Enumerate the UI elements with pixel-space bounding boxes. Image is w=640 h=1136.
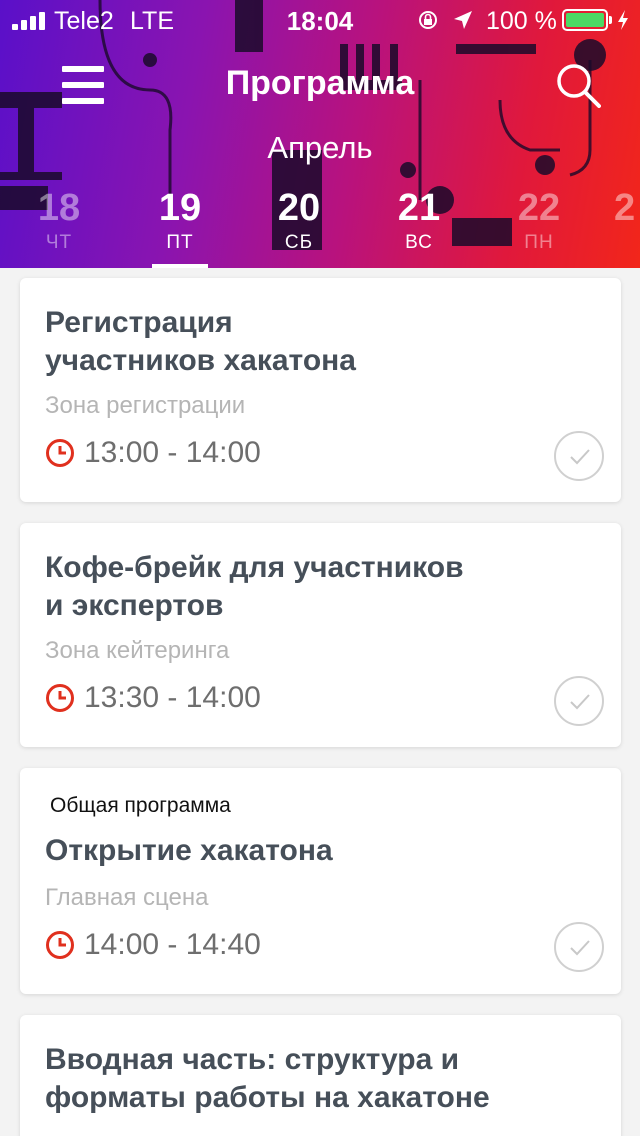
event-title-line: Регистрация: [45, 306, 233, 339]
event-time-text: 14:00 - 14:40: [84, 928, 261, 961]
day-number: 2: [614, 187, 636, 229]
day-tab-19[interactable]: 19 ПТ: [135, 186, 225, 254]
checkmark-icon: [570, 449, 590, 465]
event-title-line: форматы работы на хакатоне: [45, 1081, 490, 1114]
add-to-favorites-check-button[interactable]: [554, 676, 604, 726]
event-title-line: Кофе-брейк для участников: [45, 551, 464, 584]
page-title: Программа: [225, 64, 415, 102]
orientation-lock-icon: [419, 11, 437, 29]
day-of-week: ПН: [524, 232, 554, 253]
month-label: Апрель: [267, 130, 373, 165]
event-card[interactable]: Кофе-брейк для участников и экспертов Зо…: [20, 523, 621, 747]
battery-percent: 100 %: [486, 7, 557, 35]
checkmark-icon: [570, 694, 590, 710]
event-title: Регистрация участников хакатона: [45, 304, 585, 380]
event-card[interactable]: Общая программа Открытие хакатона Главна…: [20, 768, 621, 994]
event-card[interactable]: Регистрация участников хакатона Зона рег…: [20, 278, 621, 502]
event-title: Открытие хакатона: [45, 832, 585, 870]
event-title-line: Открытие хакатона: [45, 834, 333, 867]
day-tab-18[interactable]: 18 ЧТ: [14, 186, 104, 254]
day-of-week: ПТ: [166, 232, 194, 253]
day-number: 20: [277, 187, 321, 229]
event-time-text: 13:30 - 14:00: [84, 681, 261, 714]
search-icon[interactable]: [555, 62, 601, 108]
event-place: Главная сцена: [45, 884, 209, 911]
charging-bolt-icon: [618, 10, 628, 30]
day-of-week: СБ: [284, 232, 314, 253]
add-to-favorites-check-button[interactable]: [554, 922, 604, 972]
checkmark-icon: [570, 940, 590, 956]
event-title-line: и экспертов: [45, 589, 224, 622]
day-number: 19: [158, 187, 202, 229]
battery-icon: [562, 9, 608, 31]
location-arrow-icon: [454, 11, 472, 29]
event-place: Зона регистрации: [45, 392, 246, 419]
add-to-favorites-check-button[interactable]: [554, 431, 604, 481]
day-of-week: ЧТ: [45, 232, 73, 253]
day-number: 22: [517, 187, 561, 229]
day-of-week: ВС: [405, 232, 433, 253]
event-place: Зона кейтеринга: [45, 637, 230, 664]
clock-icon: [46, 931, 74, 959]
event-title: Кофе-брейк для участников и экспертов: [45, 549, 585, 625]
day-tab-22[interactable]: 22 ПН: [494, 186, 584, 254]
day-number: 21: [397, 187, 441, 229]
status-bar: Tele2 LTE 18:04 100 %: [0, 0, 640, 40]
battery-cap: [609, 16, 612, 24]
header: Tele2 LTE 18:04 100 % Программа Апрель 1…: [0, 0, 640, 268]
event-time-text: 13:00 - 14:00: [84, 436, 261, 469]
selected-day-indicator: [152, 264, 208, 268]
event-title-line: участников хакатона: [45, 344, 356, 377]
app-screen: Tele2 LTE 18:04 100 % Программа Апрель 1…: [0, 0, 640, 1136]
event-title-line: Вводная часть: структура и: [45, 1043, 460, 1076]
clock-icon: [46, 439, 74, 467]
event-card[interactable]: Вводная часть: структура и форматы работ…: [20, 1015, 621, 1136]
day-tab-21[interactable]: 21 ВС: [374, 186, 464, 254]
day-tab-next[interactable]: 2: [614, 186, 640, 232]
day-number: 18: [37, 187, 81, 229]
event-category-tag: Общая программа: [50, 794, 231, 817]
clock-icon: [46, 684, 74, 712]
day-tab-20[interactable]: 20 СБ: [254, 186, 344, 254]
event-title: Вводная часть: структура и форматы работ…: [45, 1041, 585, 1117]
